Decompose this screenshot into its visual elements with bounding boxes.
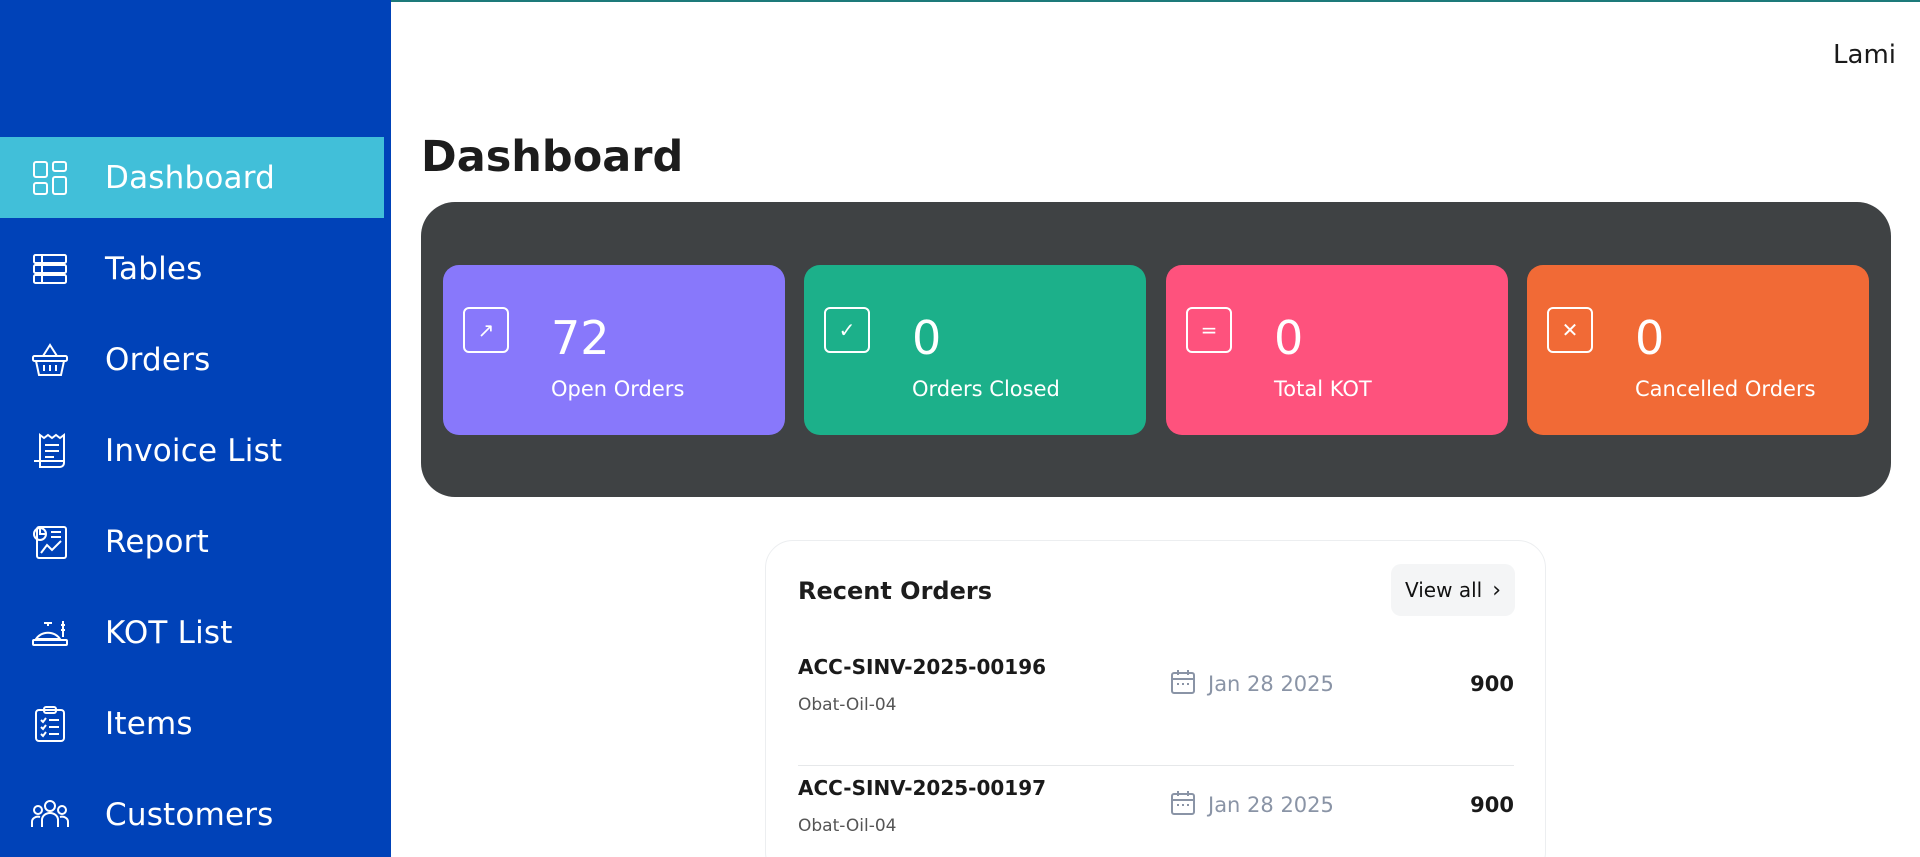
sidebar-item-dashboard[interactable]: Dashboard — [0, 137, 384, 218]
sidebar-item-tables[interactable]: Tables — [0, 228, 391, 309]
stat-card-total-kot[interactable]: = 0 Total KOT — [1166, 265, 1508, 435]
table-list-icon — [30, 249, 70, 289]
service-bell-icon — [30, 613, 70, 653]
sidebar-item-customers[interactable]: Customers — [0, 774, 391, 855]
sidebar: Dashboard Tables Orders Invoice List Rep… — [0, 0, 391, 857]
sidebar-item-label: Items — [105, 705, 193, 742]
sidebar-item-label: Orders — [105, 341, 211, 378]
sidebar-item-label: Dashboard — [105, 159, 275, 196]
sidebar-item-kot-list[interactable]: KOT List — [0, 592, 391, 673]
sidebar-nav: Dashboard Tables Orders Invoice List Rep… — [0, 137, 391, 857]
calendar-icon — [1171, 670, 1195, 694]
sidebar-item-label: Customers — [105, 796, 274, 833]
sidebar-item-orders[interactable]: Orders — [0, 319, 391, 400]
sidebar-item-label: Invoice List — [105, 432, 283, 469]
sidebar-item-items[interactable]: Items — [0, 683, 391, 764]
page-title: Dashboard — [421, 132, 684, 182]
stat-label: Orders Closed — [912, 377, 1060, 401]
order-customer: Obat-Oil-04 — [798, 816, 897, 836]
stat-value: 0 — [1274, 311, 1304, 365]
view-all-label: View all — [1405, 578, 1483, 602]
calendar-icon — [1171, 791, 1195, 815]
sidebar-item-report[interactable]: Report — [0, 501, 391, 582]
view-all-button[interactable]: View all › — [1391, 564, 1515, 616]
stat-card-open-orders[interactable]: ↗ 72 Open Orders — [443, 265, 785, 435]
stats-panel: ↗ 72 Open Orders ✓ 0 Orders Closed = 0 T… — [421, 202, 1891, 497]
chevron-right-icon: › — [1492, 577, 1501, 603]
check-icon: ✓ — [824, 307, 870, 353]
basket-icon — [30, 340, 70, 380]
sidebar-item-label: Tables — [105, 250, 203, 287]
order-row[interactable]: ACC-SINV-2025-00196 Obat-Oil-04 Jan 28 2… — [798, 645, 1514, 766]
recent-orders-title: Recent Orders — [798, 577, 992, 605]
stat-value: 72 — [551, 311, 610, 365]
grid-icon — [30, 158, 70, 198]
order-amount: 900 — [1470, 672, 1514, 696]
stat-value: 0 — [1635, 311, 1665, 365]
sidebar-item-label: Report — [105, 523, 209, 560]
sidebar-item-invoice-list[interactable]: Invoice List — [0, 410, 391, 491]
user-name[interactable]: Lami — [1833, 40, 1896, 70]
list-lines-icon: = — [1186, 307, 1232, 353]
stat-value: 0 — [912, 311, 942, 365]
report-chart-icon — [30, 522, 70, 562]
stat-label: Total KOT — [1274, 377, 1372, 401]
order-id: ACC-SINV-2025-00197 — [798, 776, 1047, 800]
stat-card-orders-closed[interactable]: ✓ 0 Orders Closed — [804, 265, 1146, 435]
order-customer: Obat-Oil-04 — [798, 695, 897, 715]
order-amount: 900 — [1470, 793, 1514, 817]
stat-label: Open Orders — [551, 377, 685, 401]
stat-card-cancelled-orders[interactable]: ✕ 0 Cancelled Orders — [1527, 265, 1869, 435]
clipboard-checklist-icon — [30, 704, 70, 744]
receipt-icon — [30, 431, 70, 471]
arrow-up-right-icon: ↗ — [463, 307, 509, 353]
stat-label: Cancelled Orders — [1635, 377, 1816, 401]
x-icon: ✕ — [1547, 307, 1593, 353]
order-date: Jan 28 2025 — [1208, 793, 1334, 817]
order-id: ACC-SINV-2025-00196 — [798, 655, 1047, 679]
sidebar-item-label: KOT List — [105, 614, 233, 651]
recent-orders-panel: Recent Orders View all › ACC-SINV-2025-0… — [765, 540, 1546, 857]
order-row[interactable]: ACC-SINV-2025-00197 Obat-Oil-04 Jan 28 2… — [798, 766, 1514, 857]
users-icon — [30, 795, 70, 835]
order-date: Jan 28 2025 — [1208, 672, 1334, 696]
